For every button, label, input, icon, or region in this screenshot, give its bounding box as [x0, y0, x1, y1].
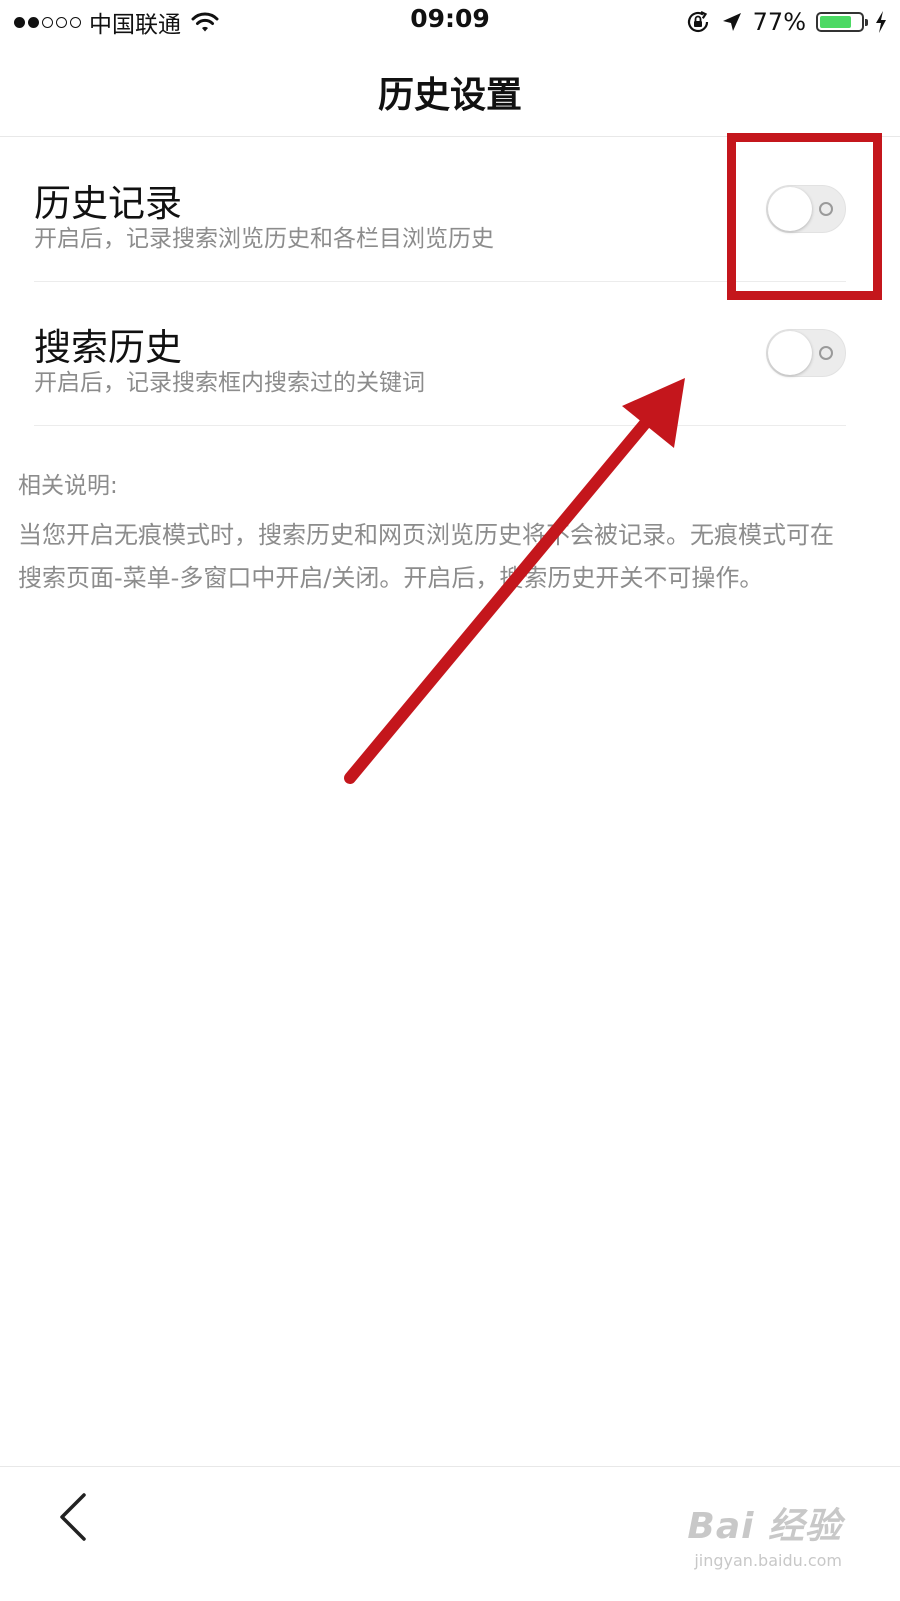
setting-description: 开启后，记录搜索浏览历史和各栏目浏览历史	[34, 226, 494, 252]
annotation-highlight-box	[727, 133, 882, 300]
setting-row-history-record: 历史记录 开启后，记录搜索浏览历史和各栏目浏览历史	[34, 137, 846, 282]
orientation-lock-icon	[687, 11, 708, 33]
search-history-toggle[interactable]	[766, 329, 846, 377]
notes-body: 当您开启无痕模式时，搜索历史和网页浏览历史将不会被记录。无痕模式可在搜索页面-菜…	[18, 521, 834, 592]
setting-row-search-history: 搜索历史 开启后，记录搜索框内搜索过的关键词	[34, 281, 846, 426]
page-title: 历史设置	[377, 75, 522, 116]
watermark-url: jingyan.baidu.com	[694, 1551, 842, 1570]
watermark: Bai 经验 jingyan.baidu.com	[687, 1497, 842, 1570]
charging-bolt-icon	[876, 11, 886, 33]
location-arrow-icon	[722, 13, 741, 31]
battery-percent: 77%	[752, 8, 806, 36]
battery-icon	[816, 12, 868, 32]
bottom-toolbar: Bai 经验 jingyan.baidu.com	[0, 1466, 900, 1601]
status-right: 77%	[685, 6, 888, 38]
back-button[interactable]	[44, 1485, 108, 1549]
chevron-left-icon	[60, 1493, 86, 1541]
battery-level	[820, 16, 851, 28]
notes-title: 相关说明:	[18, 473, 118, 499]
toggle-off-indicator-icon	[819, 346, 833, 360]
toggle-knob	[768, 331, 812, 375]
status-bar: 中国联通 09:09 77%	[0, 0, 900, 44]
watermark-logo: Bai 经验	[687, 1506, 842, 1547]
setting-description: 开启后，记录搜索框内搜索过的关键词	[34, 370, 425, 396]
nav-bar: 历史设置	[0, 44, 900, 137]
